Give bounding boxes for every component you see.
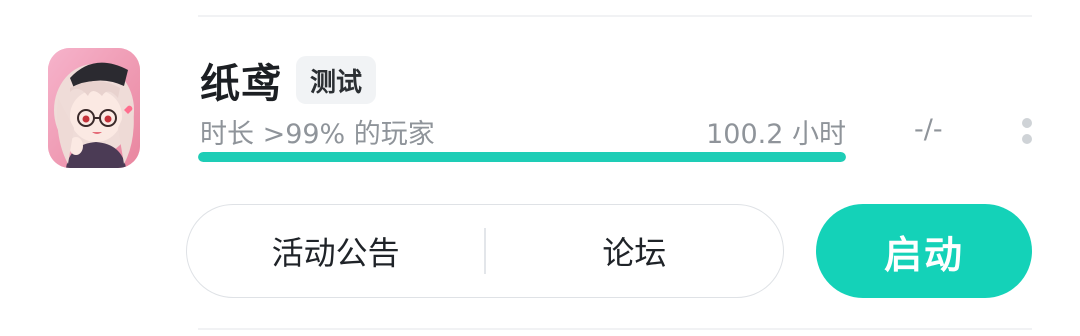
game-title: 纸鸢 [200,61,282,107]
bottom-divider [198,328,1032,330]
game-app-icon[interactable] [48,48,140,168]
playtime-progress-bar [198,152,846,162]
more-vertical-icon[interactable] [1022,118,1036,144]
test-tag-badge: 测试 [296,56,377,104]
playtime-stats: 时长 >99% 的玩家 100.2 小时 [200,112,846,152]
game-title-row: 纸鸢 测试 [200,52,377,108]
playtime-progress-fill [198,152,846,162]
rank-value: -/- [914,114,943,145]
announcements-button[interactable]: 活动公告 [187,205,484,297]
launch-button[interactable]: 启动 [816,204,1032,298]
playtime-percentile: 时长 >99% 的玩家 [200,119,435,150]
anime-character-icon [48,48,140,168]
top-divider [198,15,1032,17]
forum-button[interactable]: 论坛 [486,205,783,297]
secondary-action-group: 活动公告 论坛 [186,204,784,298]
playtime-hours: 100.2 小时 [706,119,846,150]
